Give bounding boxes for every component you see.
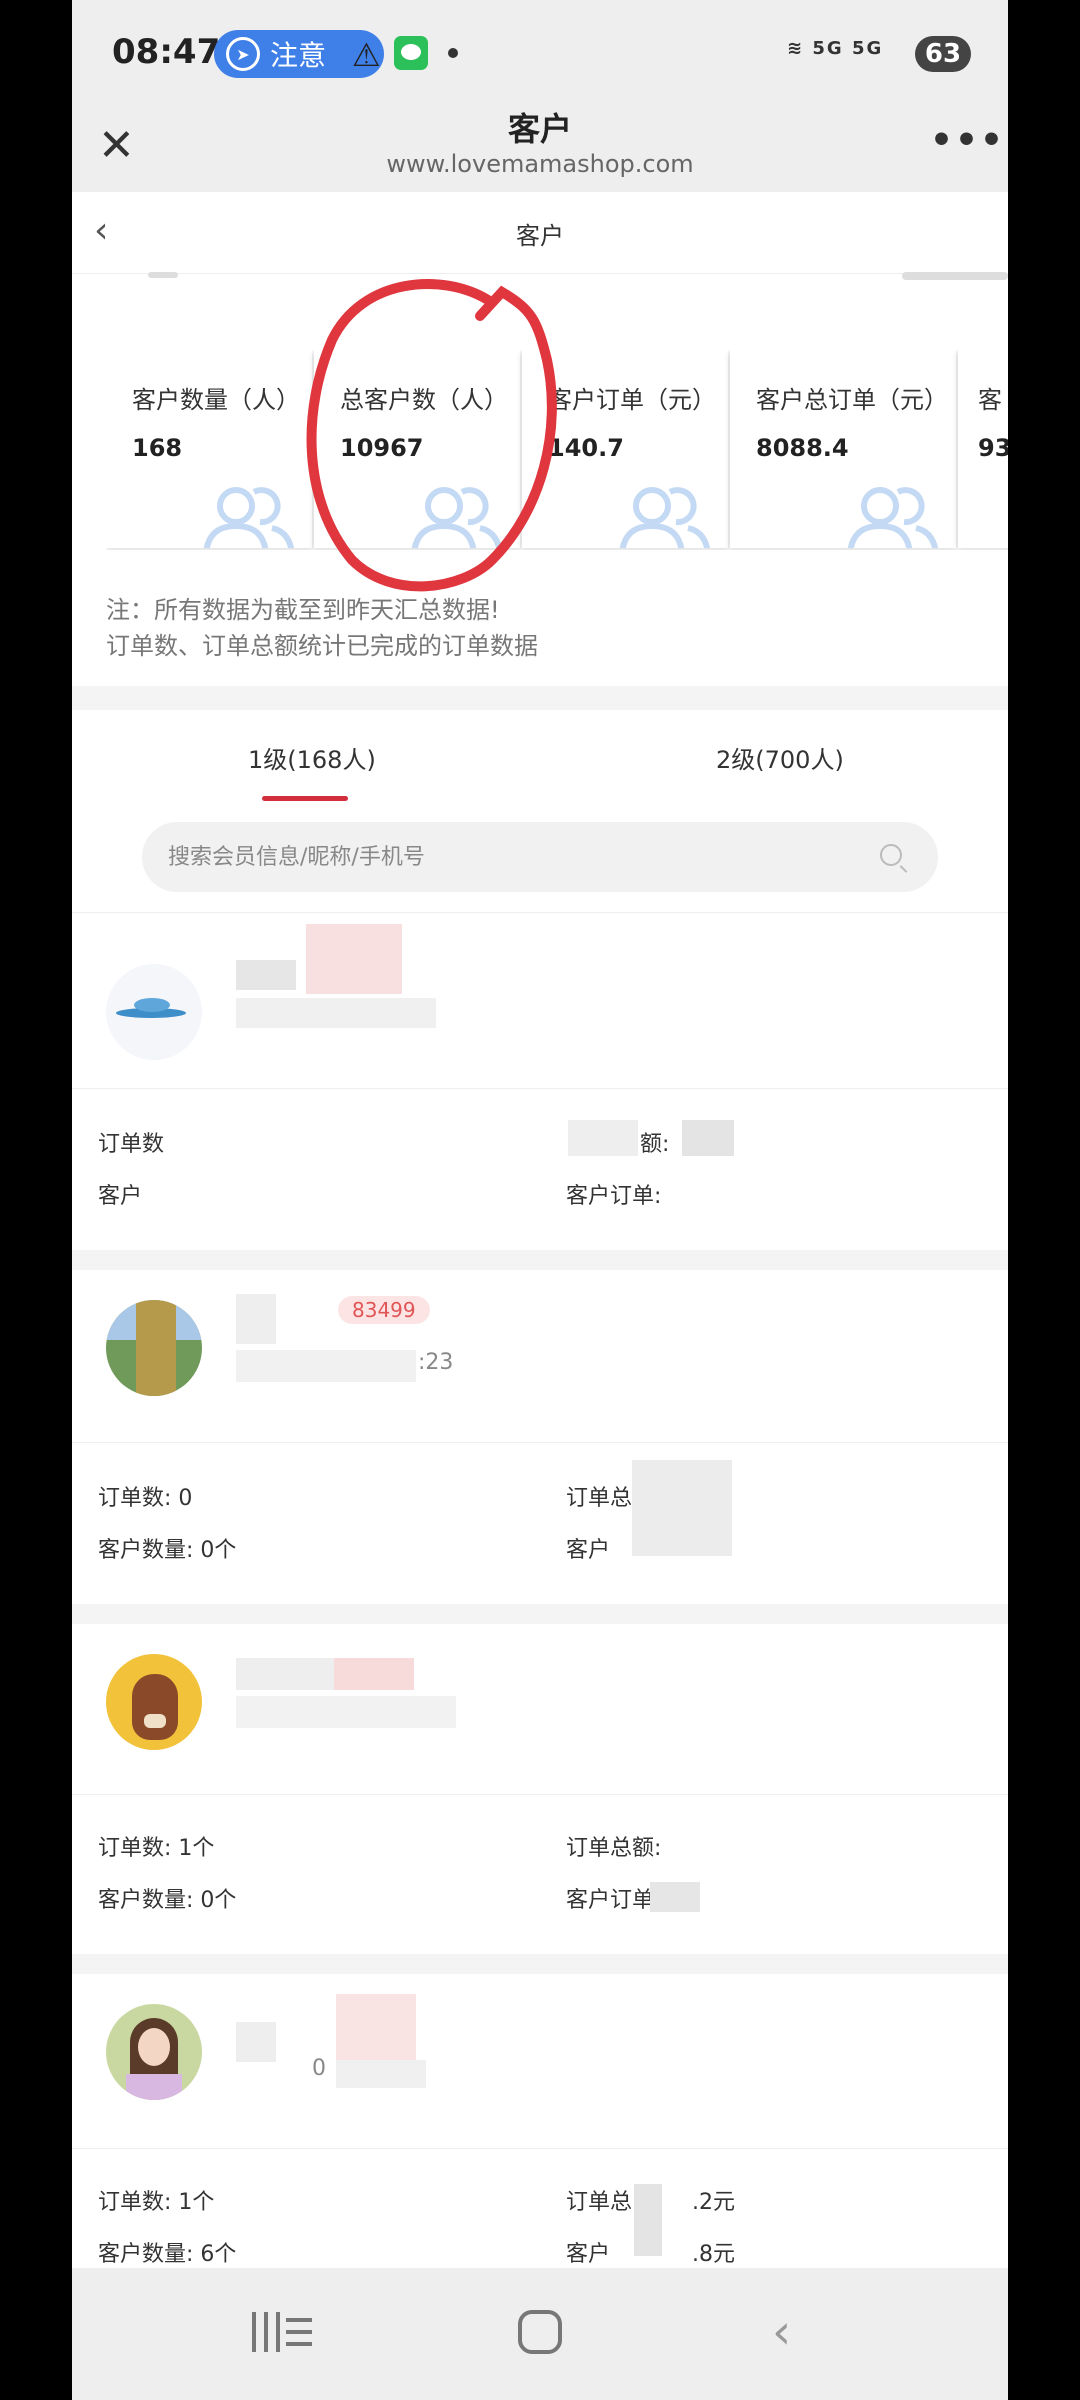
obscured-value: [650, 1882, 700, 1912]
obscured-name: [236, 2022, 276, 2062]
search-input[interactable]: [168, 822, 868, 892]
obscured-name: [336, 1994, 416, 2066]
warning-icon: ⚠: [352, 36, 381, 74]
more-icon[interactable]: •••: [930, 120, 1005, 161]
battery-indicator: 63: [915, 36, 971, 72]
section-gap: [72, 686, 1008, 710]
recent-apps-icon[interactable]: [252, 2312, 318, 2352]
wechat-icon: [394, 36, 428, 70]
order-count: 订单数: 1个: [98, 2190, 215, 2215]
member-card[interactable]: 83499 :23 订单数: 0 客户数量: 0个 订单总 客户: [72, 1270, 1008, 1604]
obscured-value: [568, 1120, 638, 1156]
customer-orders: 客户: [566, 2242, 611, 2267]
status-bar: 08:47 ➤ 注意 ⚠ ≋ 5G 5G 63: [72, 0, 1008, 110]
obscured-value: [632, 1460, 732, 1556]
customer-orders: 客户订单:: [566, 1184, 662, 1209]
obscured-name: [306, 924, 402, 994]
order-count: 订单数: 1个: [98, 1836, 215, 1861]
order-total: 订单总: [566, 1486, 633, 1511]
avatar: [106, 2004, 202, 2100]
wifi-icon: ≋: [787, 38, 805, 59]
divider: [72, 1088, 1008, 1089]
search-bar[interactable]: [142, 822, 938, 892]
back-icon[interactable]: ‹: [772, 2304, 791, 2360]
section-gap: [72, 1954, 1008, 1974]
section-gap: [72, 1604, 1008, 1624]
network-label: 5G 5G: [812, 38, 884, 59]
divider: [72, 2148, 1008, 2149]
annotation-circle: [306, 279, 557, 592]
stat-label: 客: [978, 386, 1002, 414]
member-meta: 0: [312, 2056, 326, 2081]
stat-card: 客户总订单（元） 8088.4: [730, 350, 956, 548]
stat-value: 8088.4: [756, 434, 849, 462]
customer-orders-suffix: .8元: [692, 2242, 735, 2267]
obscured-info: [236, 998, 436, 1028]
customer-orders: 客户: [566, 1538, 611, 1563]
obscured-name: [236, 960, 296, 990]
order-total: 订单总: [566, 2190, 633, 2215]
scrolled-element-edge: [902, 272, 1008, 280]
customer-count: 客户: [98, 1184, 143, 1209]
order-total-suffix: .2元: [692, 2190, 735, 2215]
tab-level-2[interactable]: 2级(700人): [716, 740, 844, 775]
section-gap: [72, 1250, 1008, 1270]
users-icon: [203, 487, 295, 548]
order-count: 订单数: 0: [98, 1486, 193, 1511]
obscured-value: [682, 1120, 734, 1156]
customer-count: 客户数量: 0个: [98, 1888, 237, 1913]
order-count: 订单数: [98, 1132, 165, 1157]
member-card[interactable]: 订单数 客户 额: 客户订单:: [72, 914, 1008, 1250]
notice-label: 注意: [270, 39, 327, 72]
page-title: 客户: [516, 222, 564, 250]
signal-icons: ≋ 5G 5G: [787, 38, 883, 59]
customer-count: 客户数量: 0个: [98, 1538, 237, 1563]
users-icon: [619, 487, 711, 548]
member-id-badge: 83499: [338, 1296, 430, 1324]
member-meta: :23: [418, 1350, 454, 1375]
obscured-name: [334, 1658, 414, 1690]
stat-value: 93: [978, 434, 1008, 462]
browser-title-bar: ✕ 客户 www.lovemamashop.com •••: [72, 110, 1008, 192]
avatar: [106, 964, 202, 1060]
compass-icon: ➤: [226, 37, 260, 71]
status-time: 08:47: [112, 32, 221, 72]
divider: [72, 1442, 1008, 1443]
scrolled-element-edge: [148, 272, 178, 278]
home-icon[interactable]: [518, 2310, 562, 2354]
divider: [72, 1794, 1008, 1795]
obscured-info: [236, 1696, 456, 1728]
avatar: [106, 1300, 202, 1396]
browser-url: www.lovemamashop.com: [386, 150, 694, 178]
browser-title: 客户: [507, 110, 572, 148]
order-total: 额:: [640, 1132, 670, 1157]
avatar: [106, 1654, 202, 1750]
member-card[interactable]: 订单数: 1个 客户数量: 0个 订单总额: 客户订单: [72, 1624, 1008, 1954]
obscured-value: [634, 2184, 662, 2256]
stat-label: 客户总订单（元）: [756, 386, 948, 414]
obscured-name: [236, 1294, 276, 1344]
tab-level-1[interactable]: 1级(168人): [248, 740, 376, 775]
search-icon[interactable]: [880, 844, 902, 866]
note-line-1: 注：所有数据为截至到昨天汇总数据!: [106, 596, 500, 624]
member-card[interactable]: 0 订单数: 1个 客户数量: 6个 订单总 .2元 客户 .8元: [72, 1974, 1008, 2274]
customer-orders: 客户订单: [566, 1888, 655, 1913]
notification-dot-icon: [448, 48, 458, 58]
stat-card: 客户数量（人） 168: [106, 350, 312, 548]
obscured-info: [336, 2060, 426, 2088]
page-header: ‹ 客户: [72, 192, 1008, 274]
divider: [72, 912, 1008, 913]
customer-count: 客户数量: 6个: [98, 2242, 237, 2267]
stat-value: 168: [132, 434, 183, 462]
stat-label: 客户数量（人）: [132, 386, 300, 414]
phone-screen: 08:47 ➤ 注意 ⚠ ≋ 5G 5G 63 ✕ 客户 www.lovemam…: [72, 0, 1008, 2400]
stat-card: 客 93: [958, 350, 1008, 548]
users-icon: [847, 487, 939, 548]
system-nav-bar: ‹: [72, 2268, 1008, 2400]
order-total: 订单总额:: [566, 1836, 662, 1861]
obscured-info: [236, 1350, 416, 1382]
note-line-2: 订单数、订单总额统计已完成的订单数据: [106, 632, 538, 660]
active-tab-indicator: [262, 796, 348, 801]
